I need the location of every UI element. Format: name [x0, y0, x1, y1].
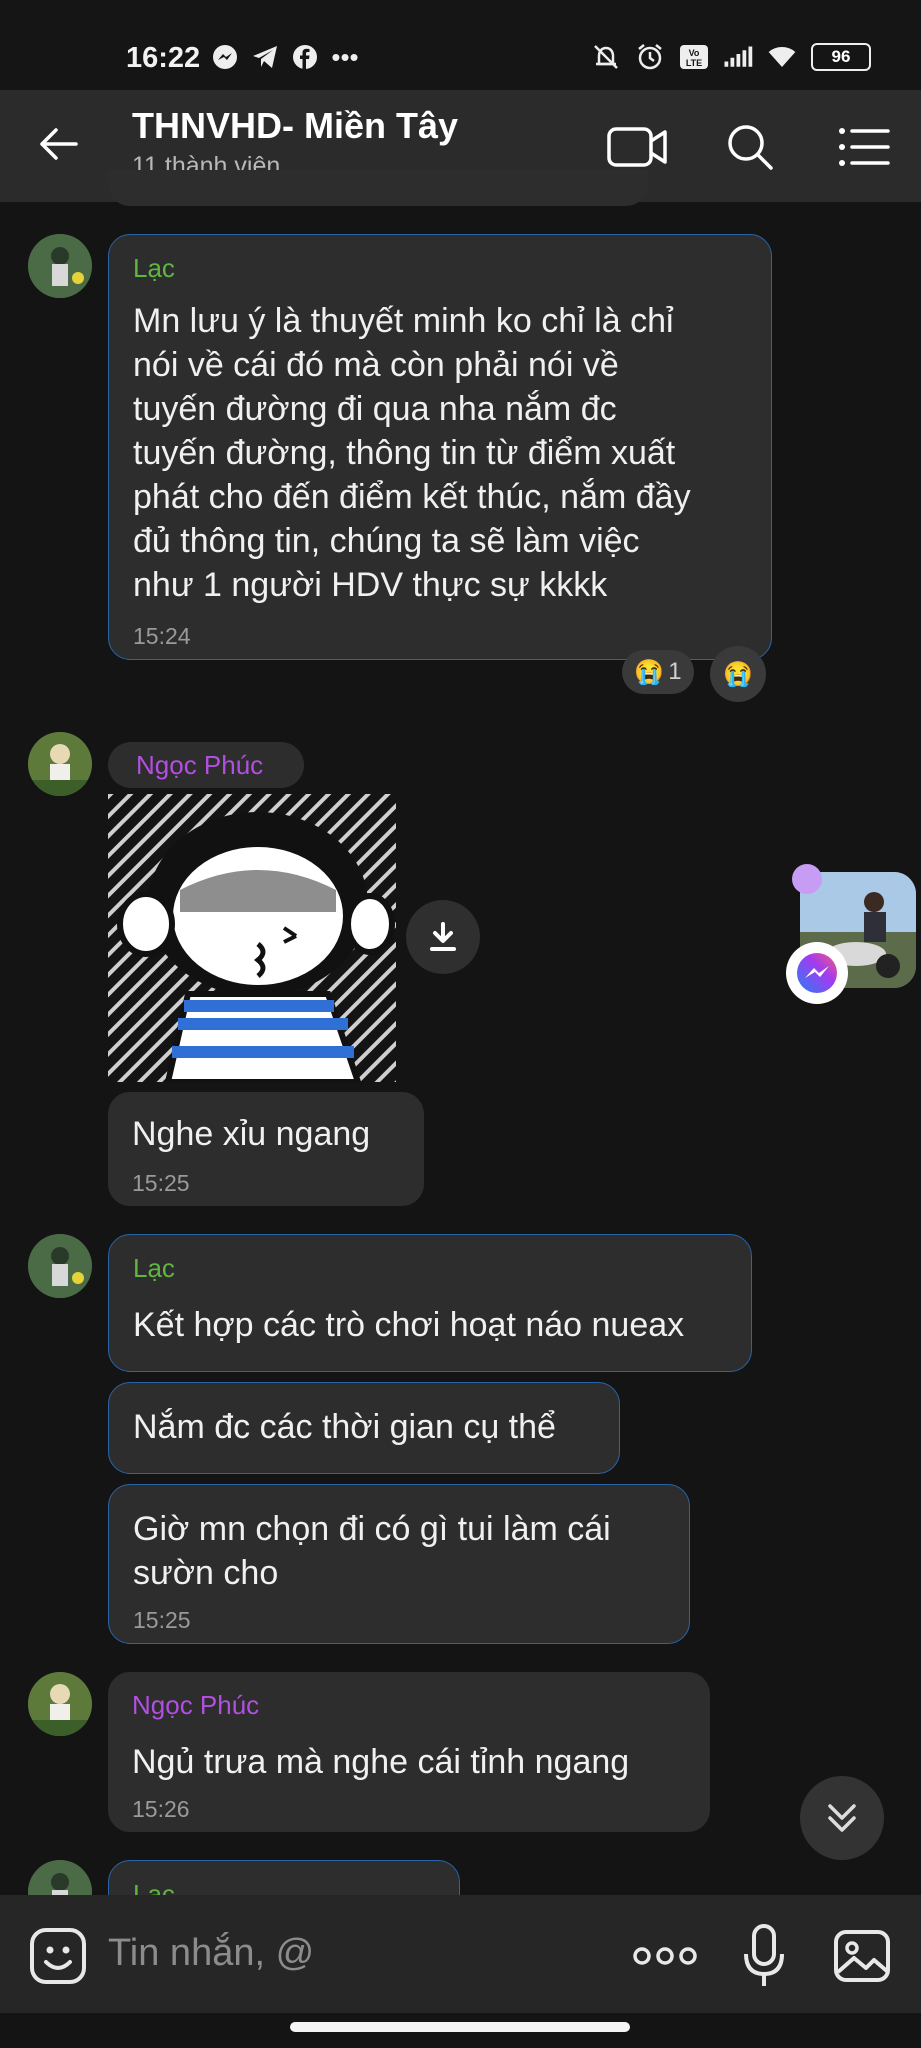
crying-emoji-icon: 😭: [634, 658, 665, 686]
svg-text:Vo: Vo: [689, 48, 700, 58]
sender-name[interactable]: Lạc: [133, 1253, 175, 1284]
message-bubble[interactable]: Giờ mn chọn đi có gì tui làm cái sườn ch…: [108, 1484, 690, 1644]
menu-button[interactable]: [832, 118, 896, 176]
more-dots-icon: •••: [331, 41, 359, 72]
reaction-count: 1: [668, 658, 682, 685]
download-icon: [430, 922, 456, 951]
svg-text:LTE: LTE: [686, 58, 702, 68]
sticker-button[interactable]: [28, 1926, 88, 1986]
crying-emoji-icon: 😭: [723, 660, 753, 688]
message-bubble[interactable]: Ngọc Phúc Ngủ trưa mà nghe cái tỉnh ngan…: [108, 1672, 710, 1832]
video-call-icon: [607, 127, 667, 167]
add-reaction-button[interactable]: 😭: [710, 646, 766, 702]
message-time: 15:25: [132, 1170, 190, 1196]
volte-icon: Vo LTE: [679, 42, 709, 72]
avatar[interactable]: [28, 1234, 92, 1298]
voice-button[interactable]: [740, 1922, 788, 1990]
video-call-button[interactable]: [606, 118, 670, 176]
message-time: 15:25: [133, 1607, 191, 1633]
menu-list-icon: [839, 128, 890, 166]
avatar[interactable]: [28, 732, 92, 796]
image-icon: [834, 1930, 890, 1982]
more-options-icon: [633, 1947, 697, 1965]
message-time: 15:26: [132, 1796, 190, 1822]
alarm-icon: [635, 42, 665, 72]
message-time: 15:24: [133, 623, 191, 649]
double-chevron-down-icon: [828, 1804, 856, 1832]
facebook-icon: [290, 42, 320, 72]
message-text: Giờ mn chọn đi có gì tui làm cái sườn ch…: [133, 1510, 611, 1592]
messenger-icon: [797, 953, 837, 993]
download-button[interactable]: [406, 900, 480, 974]
mute-icon: [591, 42, 621, 72]
message-bubble[interactable]: Lạc Mn lưu ý là thuyết minh ko chỉ là ch…: [108, 234, 772, 660]
search-icon: [728, 125, 773, 170]
messenger-badge[interactable]: [786, 942, 848, 1004]
messenger-icon: [210, 42, 240, 72]
back-button[interactable]: [36, 122, 96, 172]
previous-message-bubble: [108, 170, 648, 206]
sender-name[interactable]: Ngọc Phúc: [132, 1690, 259, 1721]
message-input[interactable]: Tin nhắn, @: [108, 1932, 314, 1975]
back-arrow-icon: [40, 128, 78, 160]
avatar[interactable]: [28, 234, 92, 298]
reaction-chip[interactable]: 😭 1: [622, 650, 694, 694]
telegram-icon: [250, 42, 280, 72]
sender-name-pill: Ngọc Phúc: [108, 742, 304, 788]
search-button[interactable]: [718, 118, 782, 176]
message-bubble[interactable]: Lạc Kết hợp các trò chơi hoạt náo nueax: [108, 1234, 752, 1372]
message-text: Nắm đc các thời gian cụ thể: [133, 1408, 556, 1446]
message-bubble[interactable]: Nghe xỉu ngang 15:25: [108, 1092, 424, 1206]
message-bubble[interactable]: Nắm đc các thời gian cụ thể: [108, 1382, 620, 1474]
chat-title[interactable]: THNVHD- Miền Tây: [132, 105, 458, 147]
sticker-face-icon: [30, 1928, 86, 1984]
more-options-button[interactable]: [630, 1936, 700, 1976]
message-text: Kết hợp các trò chơi hoạt náo nueax: [133, 1306, 685, 1344]
battery-icon: 96: [811, 43, 871, 71]
message-text: Nghe xỉu ngang: [132, 1115, 371, 1153]
microphone-icon: [744, 1924, 784, 1986]
status-notification-icons: •••: [210, 42, 360, 72]
sender-name[interactable]: Lạc: [133, 253, 175, 284]
sender-name[interactable]: Ngọc Phúc: [136, 750, 263, 781]
home-indicator[interactable]: [290, 2022, 630, 2032]
avatar[interactable]: [28, 1672, 92, 1736]
gallery-button[interactable]: [832, 1926, 892, 1986]
status-time: 16:22: [126, 42, 201, 74]
wifi-icon: [767, 42, 797, 72]
message-text: Mn lưu ý là thuyết minh ko chỉ là chỉ nó…: [133, 302, 691, 604]
scroll-to-bottom-button[interactable]: [800, 1776, 884, 1860]
status-system-icons: Vo LTE 96: [591, 42, 871, 72]
sticker-image[interactable]: [108, 794, 396, 1085]
signal-icon: [723, 42, 753, 72]
message-text: Ngủ trưa mà nghe cái tỉnh ngang: [132, 1743, 630, 1781]
unread-dot: [792, 864, 822, 894]
